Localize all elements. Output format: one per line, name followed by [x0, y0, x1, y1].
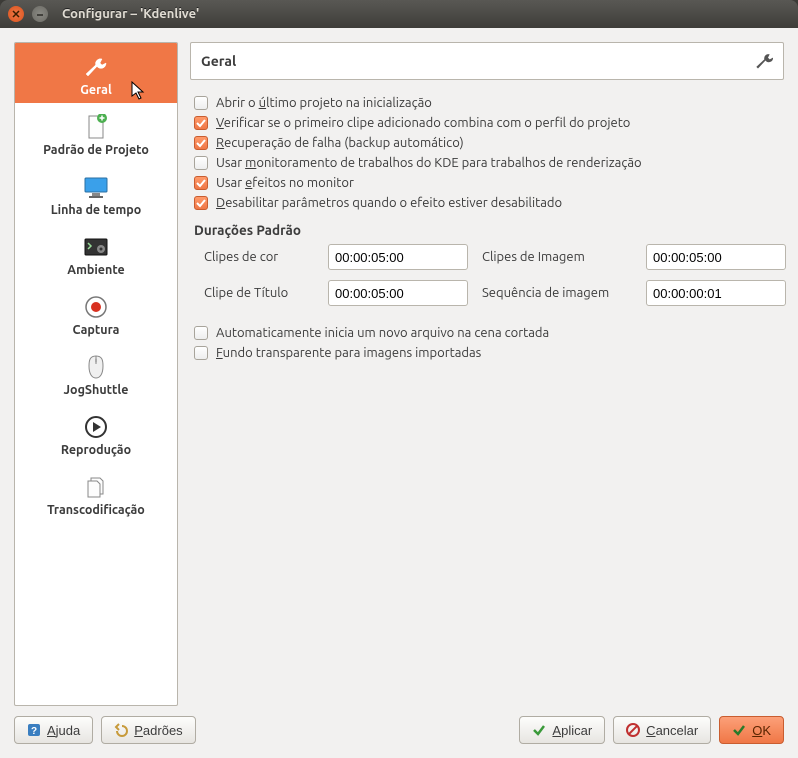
wrench-icon [753, 51, 773, 71]
monitor-icon [19, 173, 173, 201]
sidebar-item-label: Reprodução [19, 443, 173, 457]
sidebar-item-label: Ambiente [19, 263, 173, 277]
help-icon: ? [27, 723, 41, 737]
image-clips-input[interactable] [646, 244, 786, 270]
color-clips-label: Clipes de cor [204, 250, 314, 264]
image-clips-label: Clipes de Imagem [482, 250, 632, 264]
durations-grid: Clipes de cor Clipes de Imagem Clipe de … [204, 244, 784, 306]
sidebar-item-timeline[interactable]: Linha de tempo [15, 163, 177, 223]
ok-button[interactable]: OK [719, 716, 784, 744]
help-button[interactable]: ? Ajuda [14, 716, 93, 744]
document-new-icon [19, 113, 173, 141]
mouse-icon [19, 353, 173, 381]
sidebar-item-geral[interactable]: Geral [15, 43, 177, 103]
sidebar-item-jogshuttle[interactable]: JogShuttle [15, 343, 177, 403]
window-close-button[interactable] [8, 6, 24, 22]
sidebar-item-label: Padrão de Projeto [19, 143, 173, 157]
wrench-icon [19, 53, 173, 81]
content-area: Geral Padrão de Projeto Linha de tempo [0, 28, 798, 758]
checkbox-verify-profile[interactable]: Verificar se o primeiro clipe adicionado… [194, 116, 784, 130]
checkbox-monitor-effects[interactable]: Usar efeitos no monitor [194, 176, 784, 190]
terminal-gear-icon [19, 233, 173, 261]
record-icon [19, 293, 173, 321]
sidebar-item-project-defaults[interactable]: Padrão de Projeto [15, 103, 177, 163]
title-clip-label: Clipe de Título [204, 286, 314, 300]
sidebar-item-label: JogShuttle [19, 383, 173, 397]
minimize-icon [36, 10, 44, 18]
sidebar-item-label: Linha de tempo [19, 203, 173, 217]
color-clips-input[interactable] [328, 244, 468, 270]
checkbox-icon [194, 326, 208, 340]
window-title: Configurar – 'Kdenlive' [62, 7, 199, 21]
panel-header: Geral [190, 42, 784, 80]
title-clip-input[interactable] [328, 280, 468, 306]
checkbox-icon [194, 176, 208, 190]
mouse-cursor-icon [131, 81, 147, 101]
svg-text:?: ? [31, 726, 37, 737]
checkbox-kde-jobs[interactable]: Usar monitoramento de trabalhos do KDE p… [194, 156, 784, 170]
sidebar-item-label: Geral [19, 83, 173, 97]
documents-icon [19, 473, 173, 501]
checkbox-icon [194, 346, 208, 360]
panel-title: Geral [201, 53, 236, 69]
sidebar-item-capture[interactable]: Captura [15, 283, 177, 343]
sidebar-item-label: Transcodificação [19, 503, 173, 517]
checkbox-icon [194, 136, 208, 150]
window-minimize-button[interactable] [32, 6, 48, 22]
check-icon [532, 723, 546, 737]
checkbox-disable-params[interactable]: Desabilitar parâmetros quando o efeito e… [194, 196, 784, 210]
undo-icon [114, 723, 128, 737]
sidebar-item-environment[interactable]: Ambiente [15, 223, 177, 283]
config-window: Configurar – 'Kdenlive' Geral [0, 0, 798, 758]
sidebar-item-label: Captura [19, 323, 173, 337]
check-icon [732, 723, 746, 737]
apply-button[interactable]: Aplicar [519, 716, 605, 744]
checkbox-transparent-bg[interactable]: Fundo transparente para imagens importad… [194, 346, 784, 360]
checkbox-icon [194, 156, 208, 170]
close-icon [12, 10, 20, 18]
checkbox-icon [194, 196, 208, 210]
defaults-button[interactable]: Padrões [101, 716, 195, 744]
cancel-button[interactable]: Cancelar [613, 716, 711, 744]
durations-heading: Durações Padrão [194, 222, 784, 238]
checkbox-crash-recovery[interactable]: Recuperação de falha (backup automático) [194, 136, 784, 150]
checkbox-auto-new-file[interactable]: Automaticamente inicia um novo arquivo n… [194, 326, 784, 340]
image-seq-input[interactable] [646, 280, 786, 306]
category-sidebar: Geral Padrão de Projeto Linha de tempo [14, 42, 178, 706]
dialog-footer: ? Ajuda Padrões Aplicar Cancelar [14, 706, 784, 744]
sidebar-item-playback[interactable]: Reprodução [15, 403, 177, 463]
checkbox-icon [194, 96, 208, 110]
settings-panel: Geral Abrir o último projeto na iniciali… [190, 42, 784, 706]
checkbox-icon [194, 116, 208, 130]
play-icon [19, 413, 173, 441]
titlebar: Configurar – 'Kdenlive' [0, 0, 798, 28]
cancel-icon [626, 723, 640, 737]
settings-form: Abrir o último projeto na inicialização … [190, 80, 784, 366]
checkbox-open-last-project[interactable]: Abrir o último projeto na inicialização [194, 96, 784, 110]
image-seq-label: Sequência de imagem [482, 286, 632, 300]
sidebar-item-transcode[interactable]: Transcodificação [15, 463, 177, 523]
